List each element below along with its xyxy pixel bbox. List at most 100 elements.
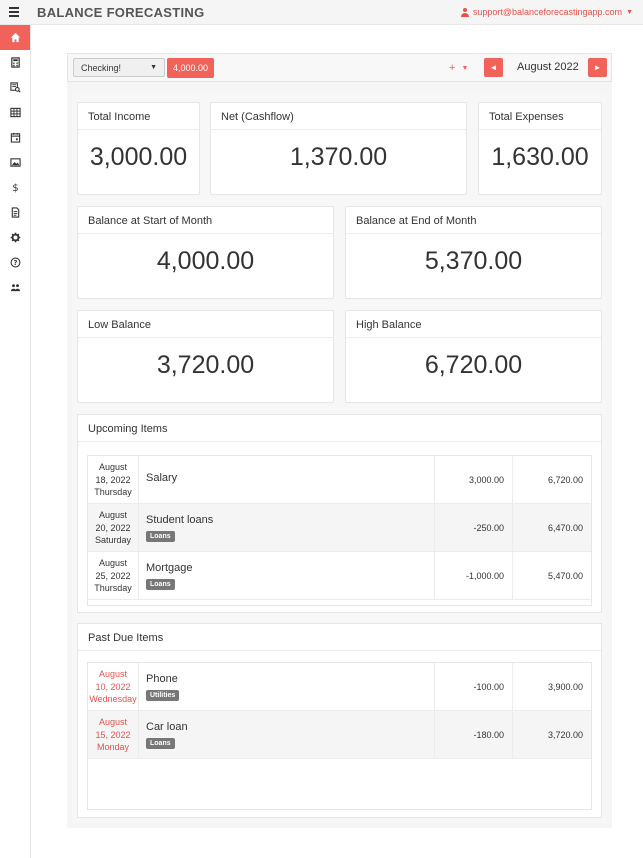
search-list-icon [9, 82, 21, 93]
table-row[interactable]: August 18, 2022 Thursday Salary 3,000.00 6… [88, 456, 591, 504]
document-icon [11, 207, 19, 218]
start-balance-value: 4,000.00 [156, 247, 255, 275]
row-balance: 5,470.00 [547, 571, 583, 581]
svg-text:?: ? [13, 259, 17, 267]
table-row[interactable]: August 20, 2022 Saturday Student loans Loa… [88, 504, 591, 552]
chevron-down-icon[interactable]: ▼ [626, 9, 633, 16]
card-title: Net (Cashflow) [211, 103, 466, 130]
category-tag: Loans [146, 579, 175, 590]
current-month: August 2022 [517, 61, 579, 73]
row-balance: 3,720.00 [547, 730, 583, 740]
row-name: Student loans [146, 514, 214, 526]
category-tag: Loans [146, 531, 175, 542]
main-panel: Checking! ▼ 4,000.00 + ▼ ◄ August 2022 ►… [67, 53, 612, 828]
help-icon: ? [10, 257, 20, 268]
plus-icon: + [449, 62, 456, 74]
net-cashflow-card: Net (Cashflow) 1,370.00 [210, 102, 467, 195]
total-expenses-value: 1,630.00 [491, 143, 589, 171]
row-date: August 15, 2022 Monday [88, 711, 139, 759]
row-balance: 3,900.00 [547, 682, 583, 692]
total-expenses-card: Total Expenses 1,630.00 [478, 102, 602, 195]
image-icon [9, 158, 21, 167]
sidebar-item-calendar[interactable] [0, 125, 30, 150]
sidebar-item-search-list[interactable] [0, 75, 30, 100]
high-balance-value: 6,720.00 [424, 351, 523, 379]
low-balance-value: 3,720.00 [156, 351, 255, 379]
row-amount: -100.00 [434, 663, 513, 711]
row-name: Phone [146, 673, 178, 685]
net-cashflow-value: 1,370.00 [289, 143, 388, 171]
chevron-down-icon: ▼ [150, 64, 157, 71]
users-icon [10, 284, 20, 292]
sidebar-item-users[interactable] [0, 275, 30, 300]
row-name: Mortgage [146, 562, 193, 574]
start-balance-card: Balance at Start of Month 4,000.00 [77, 206, 334, 299]
sidebar-item-image[interactable] [0, 150, 30, 175]
upcoming-items-panel: Upcoming Items August 18, 2022 Thursday Sa… [77, 414, 602, 613]
sidebar-item-home[interactable] [0, 25, 30, 50]
app-title: BALANCE FORECASTING [37, 5, 205, 20]
hamburger-icon[interactable] [4, 4, 24, 20]
toolbar: Checking! ▼ 4,000.00 + ▼ ◄ August 2022 ► [67, 53, 612, 82]
row-amount: -180.00 [434, 711, 513, 759]
add-item-button[interactable]: + ▼ [449, 62, 468, 74]
user-email[interactable]: support@balanceforecastingapp.com [473, 7, 622, 17]
row-amount: -1,000.00 [434, 552, 513, 600]
account-select[interactable]: Checking! ▼ [73, 58, 165, 77]
arrow-left-icon: ◄ [489, 63, 498, 72]
table-icon [9, 107, 21, 118]
row-date: August 10, 2022 Wednesday [88, 663, 139, 711]
arrow-right-icon: ► [593, 63, 602, 72]
row-amount: -250.00 [434, 504, 513, 552]
low-balance-card: Low Balance 3,720.00 [77, 310, 334, 403]
row-date: August 20, 2022 Saturday [88, 504, 139, 552]
calculator-icon [10, 57, 20, 68]
past-due-items-table: August 10, 2022 Wednesday Phone Utilities … [87, 662, 592, 810]
row-date: August 18, 2022 Thursday [88, 456, 139, 504]
row-name: Salary [146, 472, 178, 484]
row-balance: 6,720.00 [547, 475, 583, 485]
next-month-button[interactable]: ► [588, 58, 607, 77]
sidebar-item-document[interactable] [0, 200, 30, 225]
table-row[interactable]: August 10, 2022 Wednesday Phone Utilities … [88, 663, 591, 711]
sidebar-item-table[interactable] [0, 100, 30, 125]
sidebar-item-dollar[interactable]: $ [0, 175, 30, 200]
total-income-card: Total Income 3,000.00 [77, 102, 200, 195]
dollar-icon: $ [12, 183, 18, 193]
row-date: August 25, 2022 Thursday [88, 552, 139, 600]
past-due-items-title: Past Due Items [78, 624, 601, 651]
row-balance: 6,470.00 [547, 523, 583, 533]
card-title: Balance at Start of Month [78, 207, 333, 234]
sidebar-item-calculator[interactable] [0, 50, 30, 75]
prev-month-button[interactable]: ◄ [484, 58, 503, 77]
sidebar-item-settings[interactable] [0, 225, 30, 250]
account-select-value: Checking! [81, 62, 122, 73]
card-title: Low Balance [78, 311, 333, 338]
dashboard-content: Total Income 3,000.00 Net (Cashflow) 1,3… [72, 93, 607, 823]
total-income-value: 3,000.00 [89, 143, 188, 171]
svg-text:$: $ [12, 183, 18, 193]
past-due-items-panel: Past Due Items August 10, 2022 Wednesday P… [77, 623, 602, 818]
home-icon [10, 32, 20, 43]
category-tag: Utilities [146, 690, 180, 701]
table-row[interactable]: August 25, 2022 Thursday Mortgage Loans -1… [88, 552, 591, 600]
row-amount: 3,000.00 [434, 456, 513, 504]
upcoming-items-title: Upcoming Items [78, 415, 601, 442]
sidebar: $ ? [0, 25, 31, 858]
calendar-icon [10, 132, 20, 143]
account-balance-badge[interactable]: 4,000.00 [167, 58, 215, 78]
high-balance-card: High Balance 6,720.00 [345, 310, 602, 403]
gear-icon [10, 232, 20, 243]
row-name: Car loan [146, 721, 188, 733]
sidebar-item-help[interactable]: ? [0, 250, 30, 275]
top-bar: BALANCE FORECASTING support@balanceforec… [0, 0, 643, 25]
card-title: Total Expenses [479, 103, 601, 130]
end-balance-value: 5,370.00 [424, 247, 523, 275]
chevron-down-icon: ▼ [461, 64, 469, 72]
table-row[interactable]: August 15, 2022 Monday Car loan Loans -180… [88, 711, 591, 759]
card-title: Balance at End of Month [346, 207, 601, 234]
user-menu[interactable]: support@balanceforecastingapp.com ▼ [460, 7, 633, 17]
end-balance-card: Balance at End of Month 5,370.00 [345, 206, 602, 299]
card-title: Total Income [78, 103, 199, 130]
upcoming-items-table: August 18, 2022 Thursday Salary 3,000.00 6… [87, 455, 592, 606]
